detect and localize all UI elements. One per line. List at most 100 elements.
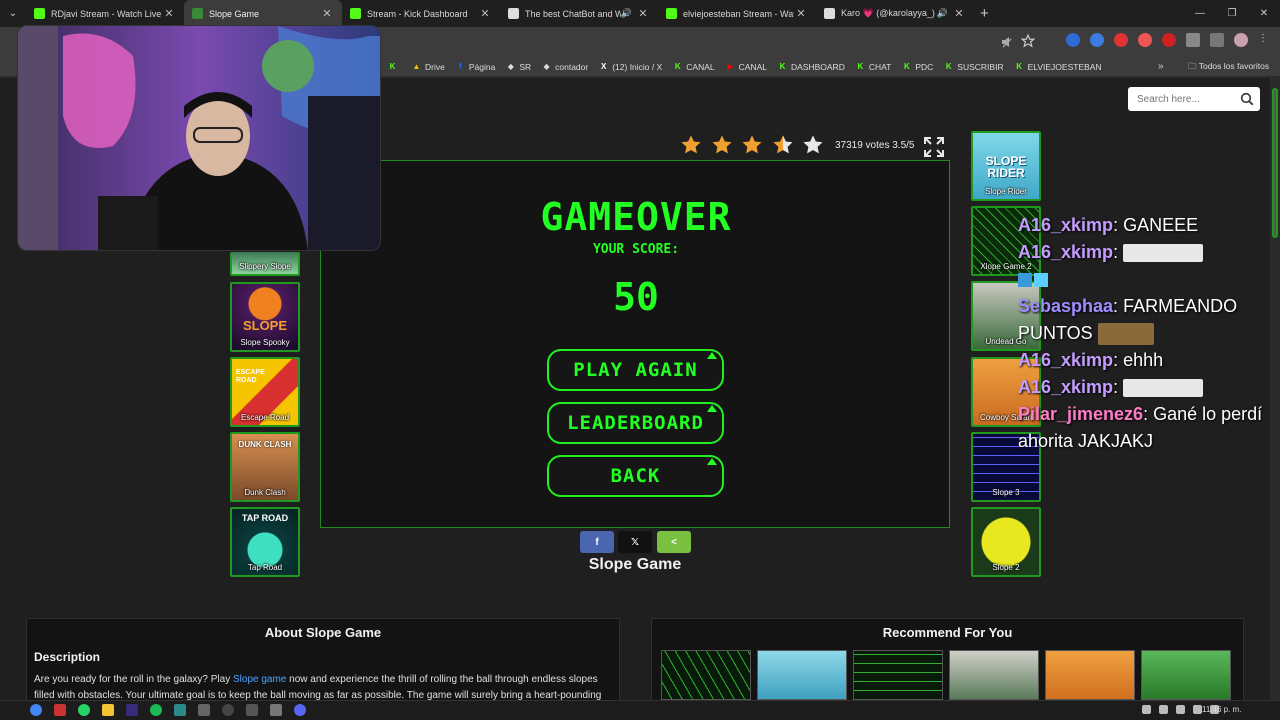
browser-tab[interactable]: RDjavi Stream - Watch Live on K✕ [26, 0, 184, 27]
play-again-button[interactable]: PLAY AGAIN [547, 349, 724, 391]
bookmark-item[interactable]: f Página [456, 62, 495, 72]
file-explorer-icon[interactable] [102, 704, 114, 716]
new-tab-button[interactable]: + [980, 5, 989, 22]
close-window-button[interactable]: ✕ [1248, 8, 1280, 19]
tray-icon[interactable] [1142, 705, 1151, 714]
bookmark-item[interactable]: K CANAL [673, 62, 715, 72]
recommend-thumb[interactable] [853, 650, 943, 700]
extension-icon[interactable] [1066, 33, 1080, 47]
star-icon[interactable] [741, 134, 763, 156]
chat-message [1018, 266, 1280, 293]
close-tab-icon[interactable]: ✕ [162, 7, 176, 20]
whatsapp-icon[interactable] [78, 704, 90, 716]
close-tab-icon[interactable]: ✕ [320, 7, 334, 20]
star-icon[interactable] [772, 134, 794, 156]
tab-audio-icon[interactable]: 🔊 [937, 8, 948, 19]
close-tab-icon[interactable]: ✕ [636, 7, 650, 20]
game-canvas[interactable]: GAMEOVER YOUR SCORE: 50 PLAY AGAIN LEADE… [320, 160, 950, 528]
fullscreen-icon[interactable] [924, 137, 944, 157]
app-icon[interactable] [246, 704, 258, 716]
premiere-icon[interactable] [126, 704, 138, 716]
kick-icon: K [1016, 62, 1022, 71]
tab-search-button[interactable]: ⌄ [0, 0, 26, 27]
browser-tab[interactable]: elviejoesteban Stream - Watch ✕ [658, 0, 816, 27]
chrome-icon[interactable] [30, 704, 42, 716]
recommend-thumb[interactable] [661, 650, 751, 700]
more-bookmarks-icon[interactable]: » [1158, 61, 1164, 72]
minimize-button[interactable]: — [1184, 8, 1216, 19]
extension-icon[interactable] [1138, 33, 1152, 47]
recommend-title: Recommend For You [882, 625, 1013, 640]
bookmark-item[interactable]: ▲ Drive [412, 62, 445, 72]
app-icon[interactable] [174, 704, 186, 716]
close-tab-icon[interactable]: ✕ [478, 7, 492, 20]
game-thumb-slope-2[interactable]: Slope 2 [971, 507, 1041, 577]
bookmark-item[interactable]: ▶ CANAL [726, 62, 767, 72]
tab-audio-icon[interactable]: 🔊 [621, 8, 632, 19]
wifi-icon[interactable] [1159, 705, 1168, 714]
browser-tab[interactable]: The best ChatBot and Widg🔊 ✕ [500, 0, 658, 27]
tray-icon[interactable] [1193, 705, 1202, 714]
extension-icon[interactable] [1114, 33, 1128, 47]
slope-game-link[interactable]: Slope game [233, 674, 286, 685]
bookmark-item[interactable]: K PDC [902, 62, 933, 72]
bookmark-item[interactable]: K CHAT [856, 62, 891, 72]
app-icon[interactable] [198, 704, 210, 716]
close-tab-icon[interactable]: ✕ [952, 7, 966, 20]
restore-button[interactable]: ❐ [1216, 8, 1248, 19]
leaderboard-button[interactable]: LEADERBOARD [547, 402, 724, 444]
bookmark-item[interactable]: K DASHBOARD [778, 62, 845, 72]
discord-icon[interactable] [294, 704, 306, 716]
bookmark-item[interactable]: X (12) Inicio / X [599, 62, 662, 72]
spotify-icon[interactable] [150, 704, 162, 716]
back-button[interactable]: BACK [547, 455, 724, 497]
profile-avatar[interactable] [1234, 33, 1248, 47]
obs-icon[interactable] [222, 704, 234, 716]
recommend-thumb[interactable] [949, 650, 1039, 700]
facebook-share-button[interactable]: f [580, 531, 614, 553]
browser-tab[interactable]: Slope Game ✕ [184, 0, 342, 27]
extension-icon[interactable] [1162, 33, 1176, 47]
bookmark-star-icon[interactable] [1021, 34, 1035, 48]
browser-tab[interactable]: Stream - Kick Dashboard ✕ [342, 0, 500, 27]
volume-icon[interactable] [1176, 705, 1185, 714]
star-rating[interactable] [680, 134, 833, 156]
bookmark-item[interactable]: K SUSCRIBIR [944, 62, 1004, 72]
search-icon[interactable] [1240, 92, 1254, 106]
game-thumb-slippery-slope[interactable]: Slippery Slope [230, 252, 300, 276]
browser-tab[interactable]: Karo 💗 (@karolayya_) está🔊 ✕ [816, 0, 974, 27]
recommend-thumb[interactable] [1045, 650, 1135, 700]
app-icon[interactable] [270, 704, 282, 716]
game-thumb-tap-road[interactable]: TAP ROAD Tap Road [230, 507, 300, 577]
chat-username: A16_xkimp [1018, 377, 1114, 397]
game-thumb-slope-spooky[interactable]: SLOPE Slope Spooky [230, 282, 300, 352]
taskbar-clock[interactable]: 11:46 p. m. [1202, 705, 1241, 714]
search-box[interactable] [1128, 87, 1260, 111]
votes-text: 37319 votes 3.5/5 [834, 139, 915, 151]
bookmark-item[interactable]: K ELVIEJOESTEBAN [1015, 62, 1101, 72]
extensions-puzzle-icon[interactable] [1186, 33, 1200, 47]
all-bookmarks-folder[interactable]: 🗀 Todos los favoritos [1188, 61, 1269, 75]
star-icon[interactable] [802, 134, 824, 156]
kebab-menu-icon[interactable]: ⋮ [1258, 33, 1272, 47]
star-icon[interactable] [680, 134, 702, 156]
bookmark-item[interactable]: K [388, 62, 401, 71]
kick-icon: K [674, 62, 681, 71]
mute-icon[interactable] [1000, 35, 1014, 49]
reading-list-icon[interactable] [1210, 33, 1224, 47]
recommend-thumb[interactable] [757, 650, 847, 700]
game-thumb-dunk-clash[interactable]: DUNK CLASH Dunk Clash [230, 432, 300, 502]
bookmark-item[interactable]: ◆ contador [542, 62, 589, 72]
app-icon[interactable] [54, 704, 66, 716]
x-share-button[interactable]: 𝕏 [618, 531, 652, 553]
game-thumb-slope-rider[interactable]: SLOPE RIDER Slope Rider [971, 131, 1041, 201]
recommend-thumb[interactable] [1141, 650, 1231, 700]
star-icon[interactable] [711, 134, 733, 156]
close-tab-icon[interactable]: ✕ [794, 7, 808, 20]
bookmark-item[interactable]: ◆ SR [506, 62, 531, 72]
extension-icon[interactable] [1090, 33, 1104, 47]
search-input[interactable] [1137, 93, 1237, 105]
share-button[interactable]: < [657, 531, 691, 553]
chat-username: Pilar_jimenez6 [1018, 404, 1144, 424]
game-thumb-escape-road[interactable]: ESCAPE ROAD Escape Road [230, 357, 300, 427]
